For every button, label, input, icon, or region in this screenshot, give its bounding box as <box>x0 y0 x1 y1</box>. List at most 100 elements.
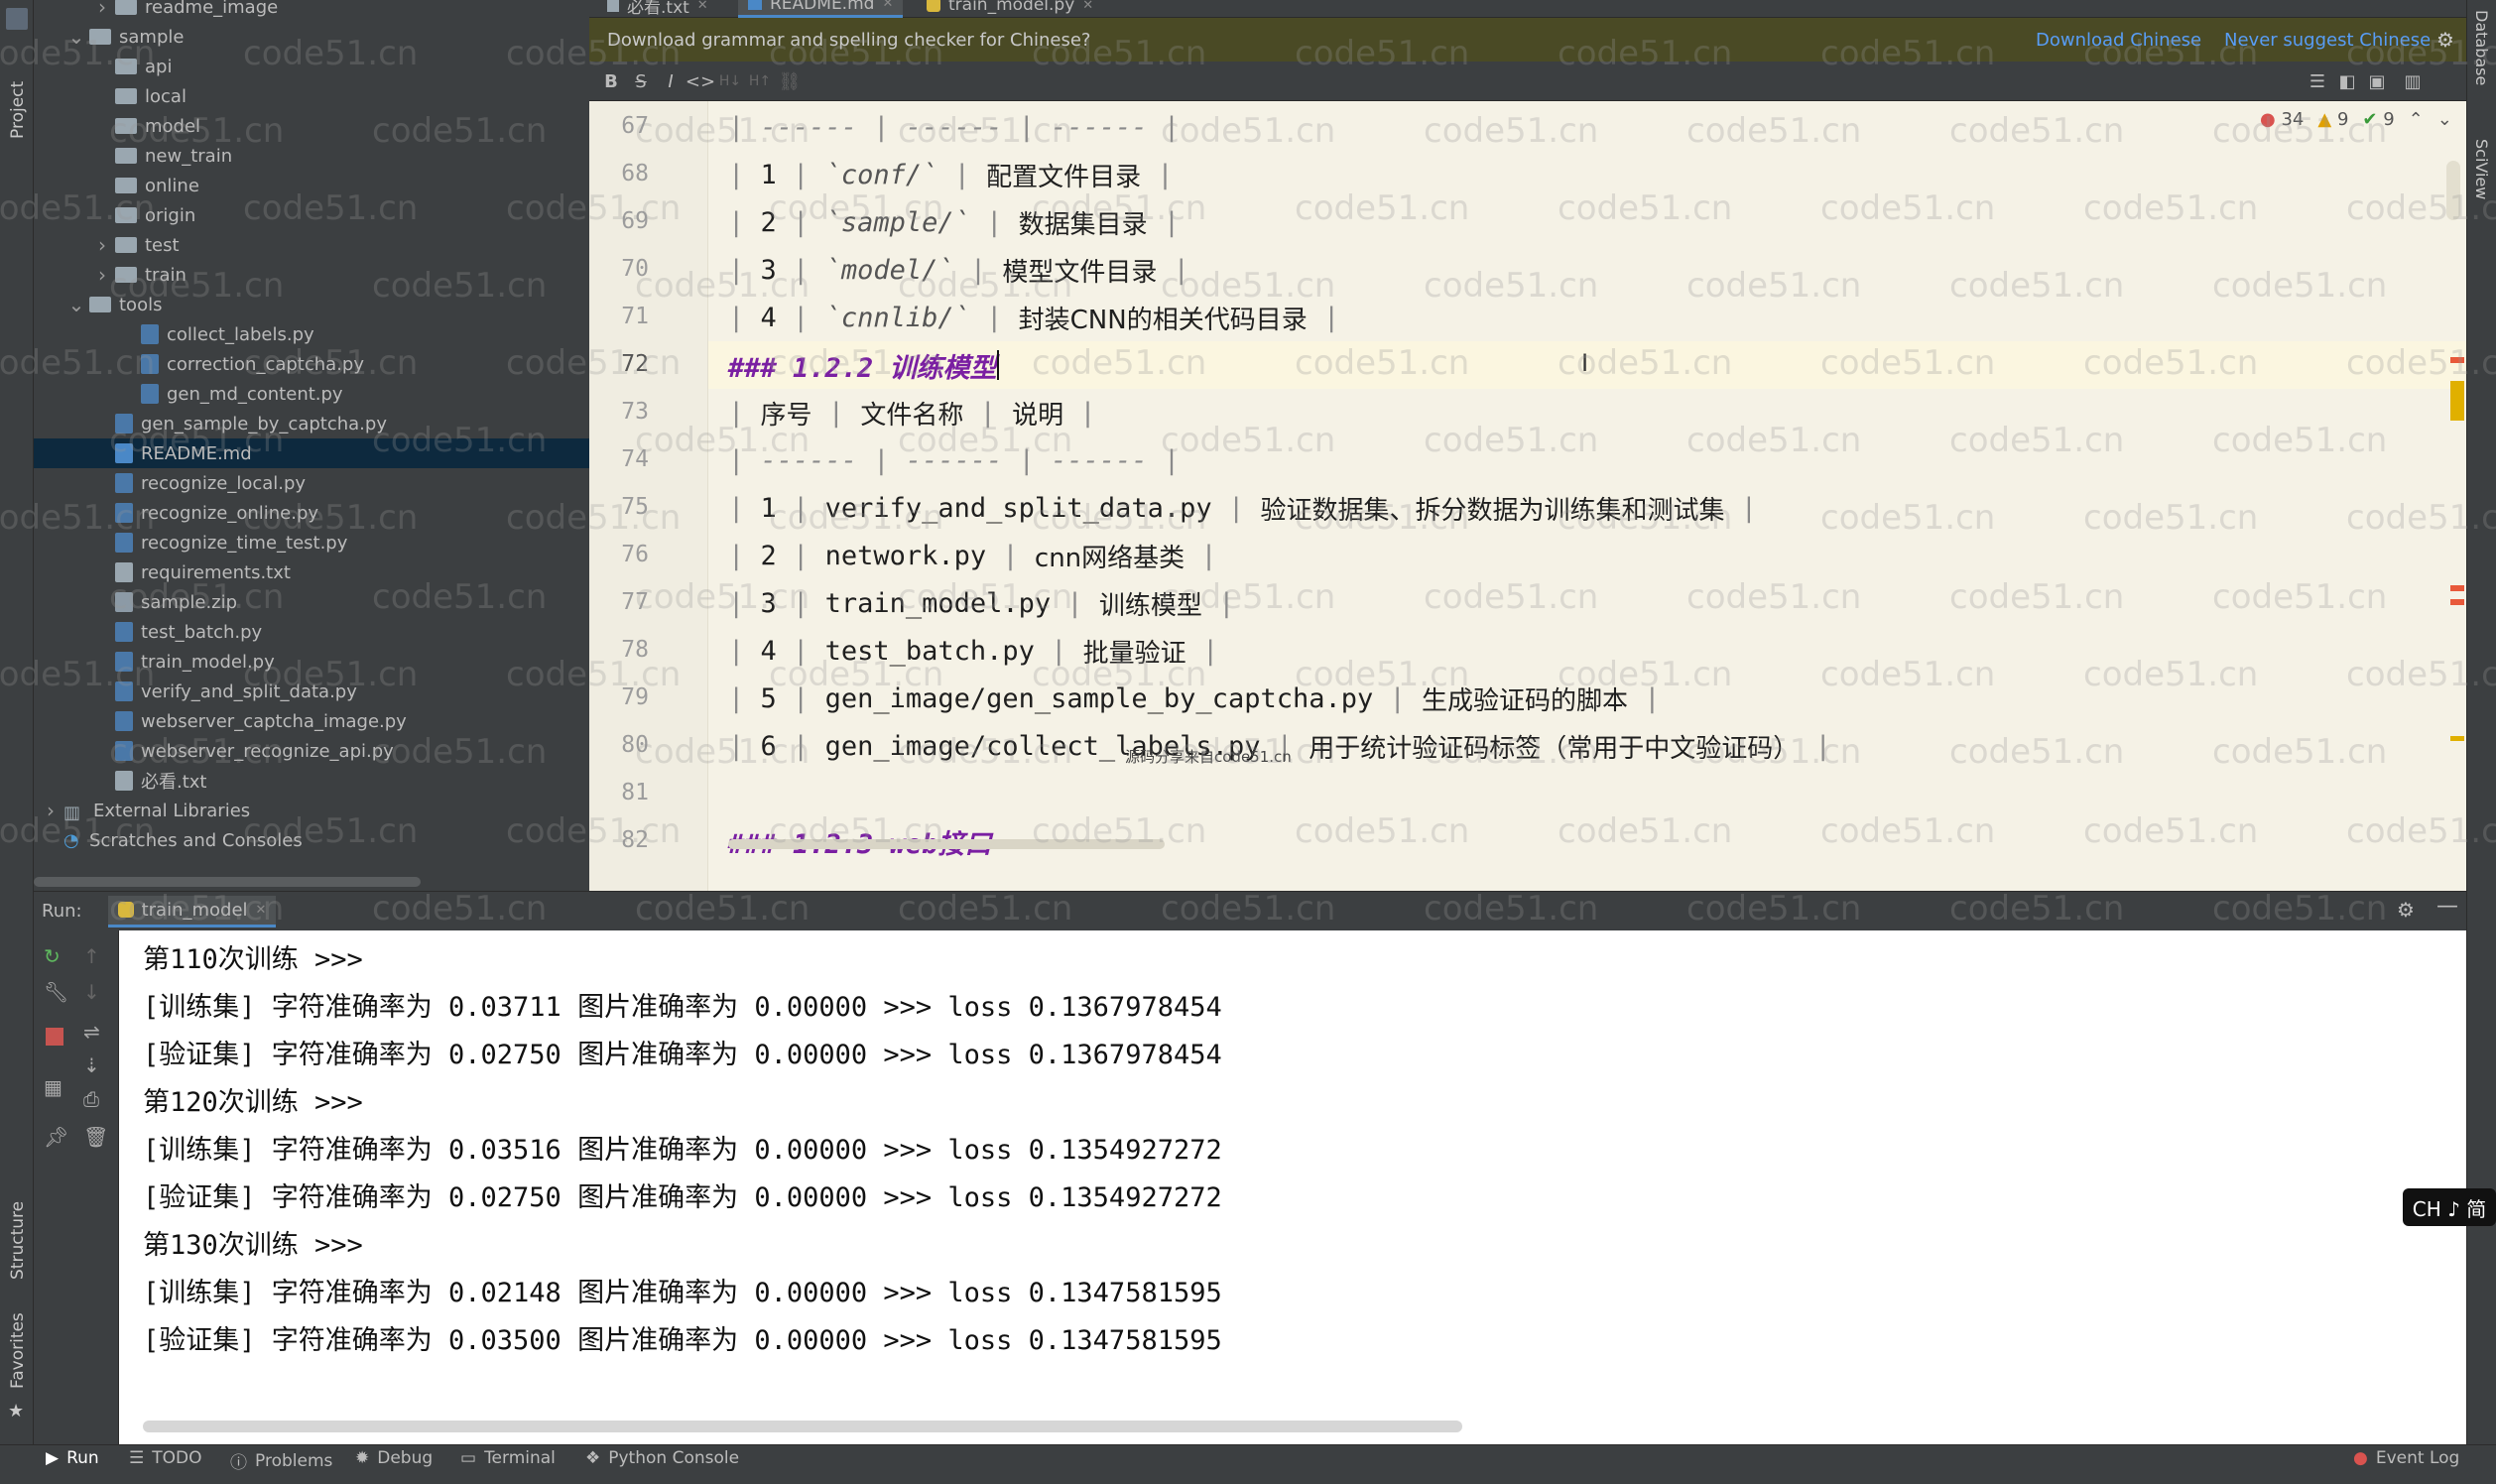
code-line[interactable]: | ------ | ------ | ------ | <box>728 103 1180 151</box>
tree-item[interactable]: ◔ Scratches and Consoles <box>34 825 589 855</box>
code-line[interactable]: | 2 | `sample/` | 数据集目录 | <box>728 198 1180 246</box>
tree-item[interactable]: test_batch.py <box>34 617 589 647</box>
console-horizontal-scrollbar[interactable] <box>143 1421 1462 1432</box>
stop-icon[interactable] <box>46 1028 63 1046</box>
tree-item[interactable]: new_train <box>34 141 589 171</box>
tree-item[interactable]: requirements.txt <box>34 557 589 587</box>
split-view-icon[interactable]: ◧ <box>2335 69 2359 93</box>
run-console[interactable]: 第110次训练 >>> [训练集] 字符准确率为 0.03711 图片准确率为 0… <box>119 930 2466 1444</box>
gear-icon[interactable]: ⚙ <box>2436 28 2454 52</box>
tree-horizontal-scrollbar[interactable] <box>34 877 421 887</box>
minimize-icon[interactable]: — <box>2436 894 2458 919</box>
run-config-tab[interactable]: train_model ✕ <box>107 895 277 928</box>
code-line[interactable]: | 3 | `model/` | 模型文件目录 | <box>728 246 1189 294</box>
download-chinese-link[interactable]: Download Chinese <box>2036 30 2201 51</box>
code-line[interactable]: ### 1.2.2 训练模型 <box>728 341 999 389</box>
error-stripe-marker[interactable] <box>2450 585 2464 591</box>
wrench-icon[interactable]: 🔧︎ <box>44 980 68 1004</box>
inspection-widget[interactable]: ● 34 ▲ 9 ✔ 9 ⌃ ⌄ <box>2260 109 2452 130</box>
structure-tool-label[interactable]: Structure <box>8 1201 28 1280</box>
chevron-right-icon[interactable]: › <box>93 233 111 257</box>
tree-item[interactable]: › readme_image <box>34 0 589 22</box>
code-line[interactable]: | 1 | `conf/` | 配置文件目录 | <box>728 151 1174 198</box>
project-tool-label[interactable]: Project <box>8 81 28 139</box>
close-icon[interactable]: ✕ <box>697 0 708 13</box>
tree-item[interactable]: model <box>34 111 589 141</box>
code-line[interactable]: | 1 | verify_and_split_data.py | 验证数据集、拆… <box>728 484 1757 532</box>
arrow-up-icon[interactable]: ↑ <box>83 944 105 968</box>
tree-item[interactable]: correction_captcha.py <box>34 349 589 379</box>
chevron-right-icon[interactable]: › <box>93 263 111 287</box>
tree-item[interactable]: gen_sample_by_captcha.py <box>34 409 589 438</box>
code-line[interactable]: | 3 | train_model.py | 训练模型 | <box>728 579 1234 627</box>
code-line[interactable]: | 序号 | 文件名称 | 说明 | <box>728 389 1096 436</box>
header-icon[interactable]: H↓ <box>718 69 742 93</box>
python-console-tool-button[interactable]: ❖ Python Console <box>585 1448 739 1468</box>
error-count[interactable]: ● 34 <box>2260 109 2304 130</box>
print-icon[interactable]: ⎙ <box>83 1087 105 1111</box>
chevron-up-icon[interactable]: ⌃ <box>2409 109 2424 130</box>
header-up-icon[interactable]: H↑ <box>748 69 772 93</box>
tree-item[interactable]: webserver_recognize_api.py <box>34 736 589 766</box>
tree-item[interactable]: ⌄ sample <box>34 22 589 52</box>
ime-indicator[interactable]: CH ♪ 简 <box>2403 1188 2496 1226</box>
event-log-button[interactable]: ● Event Log <box>2353 1448 2459 1468</box>
close-icon[interactable]: ✕ <box>882 0 893 11</box>
project-tool-icon[interactable] <box>6 8 28 30</box>
code-line[interactable]: | 5 | gen_image/gen_sample_by_captcha.py… <box>728 675 1661 722</box>
trash-icon[interactable]: 🗑︎ <box>83 1125 108 1149</box>
tree-item[interactable]: online <box>34 171 589 200</box>
tree-item[interactable]: verify_and_split_data.py <box>34 677 589 706</box>
tab-readme[interactable]: README.md ✕ <box>738 0 904 18</box>
tree-item[interactable]: ⌄ tools <box>34 290 589 319</box>
editor-only-icon[interactable]: ☰ <box>2306 69 2329 93</box>
pin-icon[interactable]: 📌︎ <box>44 1125 68 1149</box>
arrow-down-icon[interactable]: ↓ <box>83 980 105 1004</box>
preview-only-icon[interactable]: ▣ <box>2365 69 2389 93</box>
tree-item[interactable]: collect_labels.py <box>34 319 589 349</box>
markdown-editor[interactable]: 67 68 69 70 71 72 73 74 75 76 77 78 79 80 81 82 | -----… <box>589 101 2466 891</box>
code-line[interactable]: | 4 | `cnnlib/` | 封装CNN的相关代码目录 | <box>728 294 1339 341</box>
tree-item[interactable]: 必看.txt <box>34 766 589 796</box>
code-icon[interactable]: <> <box>686 69 715 93</box>
debug-tool-button[interactable]: ✹ Debug <box>355 1448 433 1468</box>
typo-count[interactable]: ✔ 9 <box>2362 109 2394 130</box>
chevron-right-icon[interactable]: › <box>93 0 111 19</box>
layout-icon[interactable]: ▥ <box>2401 69 2425 93</box>
chevron-down-icon[interactable]: ⌄ <box>67 25 85 49</box>
scroll-to-end-icon[interactable]: ⇣ <box>83 1053 105 1077</box>
never-suggest-link[interactable]: Never suggest Chinese <box>2224 30 2431 51</box>
chevron-down-icon[interactable]: ⌄ <box>67 293 85 316</box>
tree-item[interactable]: gen_md_content.py <box>34 379 589 409</box>
tree-item[interactable]: recognize_time_test.py <box>34 528 589 557</box>
editor-vertical-scrollbar[interactable] <box>2446 161 2460 220</box>
favorites-tool-label[interactable]: Favorites <box>8 1312 28 1389</box>
rerun-icon[interactable]: ↻ <box>44 944 65 968</box>
close-icon[interactable]: ✕ <box>1082 0 1093 13</box>
error-stripe-marker[interactable] <box>2450 357 2464 363</box>
tree-item[interactable]: local <box>34 81 589 111</box>
close-icon[interactable]: ✕ <box>256 903 267 918</box>
bold-icon[interactable]: B <box>599 69 623 93</box>
warning-stripe-marker[interactable] <box>2450 381 2464 421</box>
code-line[interactable]: | 2 | network.py | cnn网络基类 | <box>728 532 1217 579</box>
run-tool-button[interactable]: ▶ Run <box>46 1448 99 1468</box>
tree-item[interactable]: origin <box>34 200 589 230</box>
database-tool-label[interactable]: Database <box>2472 10 2491 85</box>
layout-icon[interactable]: ▦ <box>44 1075 65 1099</box>
error-stripe-marker[interactable] <box>2450 599 2464 605</box>
problems-tool-button[interactable]: ⓘ Problems <box>230 1448 332 1474</box>
star-icon[interactable]: ★ <box>8 1401 24 1422</box>
tree-item[interactable]: › ▥ External Libraries <box>34 796 589 825</box>
italic-icon[interactable]: I <box>659 69 683 93</box>
sciview-tool-label[interactable]: SciView <box>2472 139 2491 199</box>
tree-item[interactable]: sample.zip <box>34 587 589 617</box>
tree-item[interactable]: api <box>34 52 589 81</box>
tab-must-read[interactable]: 必看.txt ✕ <box>597 0 718 18</box>
tree-item[interactable]: recognize_local.py <box>34 468 589 498</box>
code-line[interactable]: | ------ | ------ | ------ | <box>728 436 1180 484</box>
warning-count[interactable]: ▲ 9 <box>2317 109 2348 130</box>
editor-horizontal-scrollbar[interactable] <box>728 839 1165 849</box>
chevron-right-icon[interactable]: › <box>42 799 60 822</box>
tree-item[interactable]: › test <box>34 230 589 260</box>
